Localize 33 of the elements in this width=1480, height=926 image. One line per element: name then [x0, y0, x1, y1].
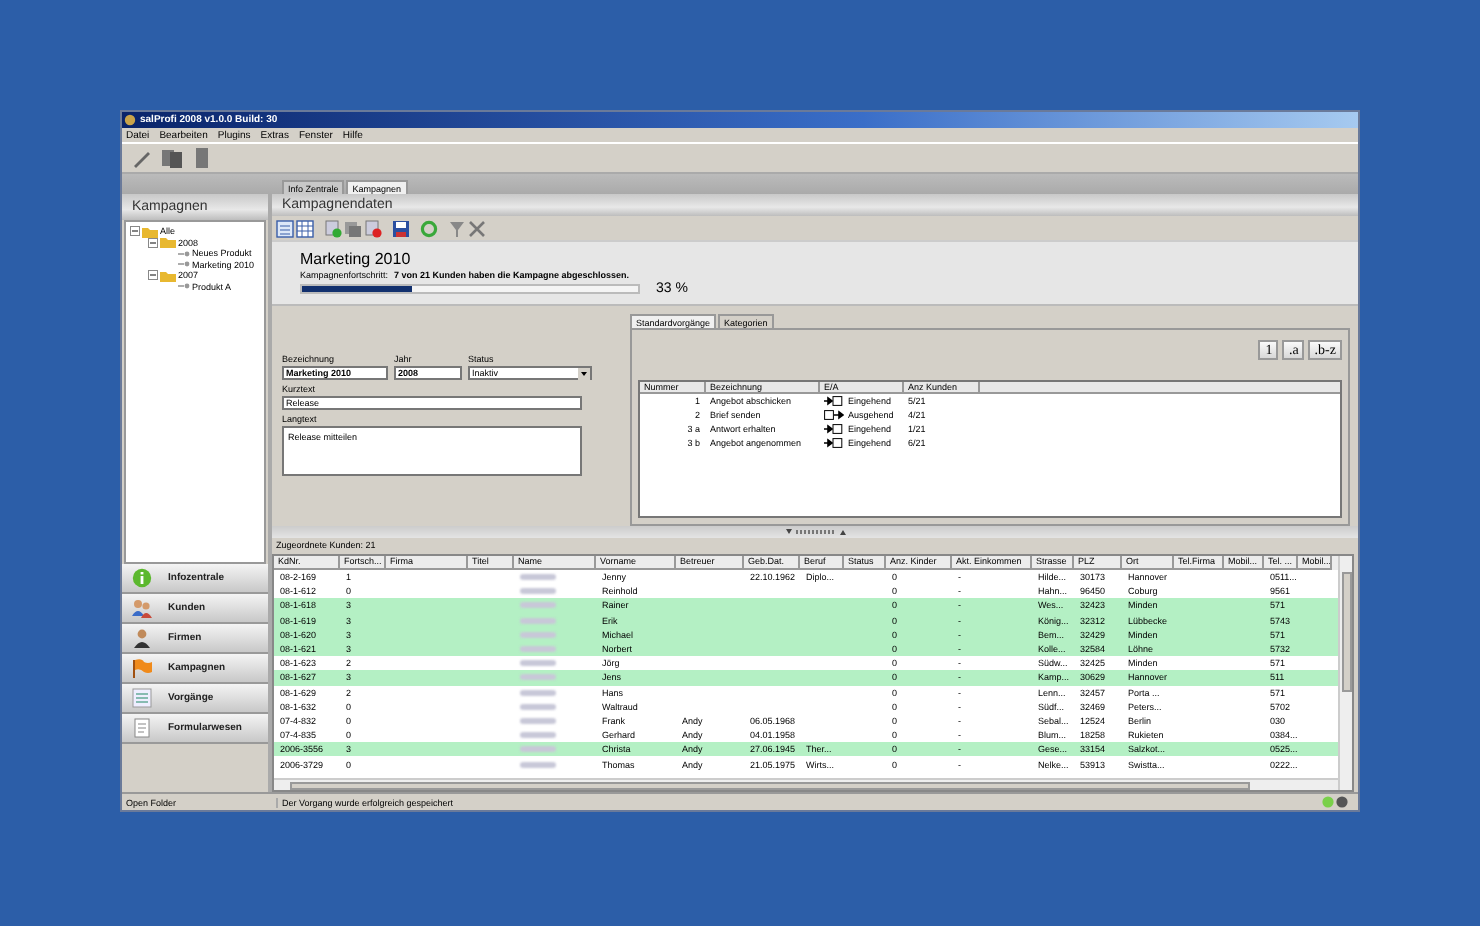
- person-icon: [132, 628, 152, 648]
- collapse-toggle-icon[interactable]: [130, 226, 140, 237]
- refresh-icon[interactable]: [420, 219, 438, 237]
- app-icon: [124, 114, 136, 126]
- collapse-toggle-icon[interactable]: [148, 270, 158, 281]
- outgoing-icon: [824, 410, 844, 420]
- campaign-title: Marketing 2010: [300, 250, 413, 268]
- item-icon: [178, 282, 190, 291]
- documents-icon[interactable]: [160, 146, 184, 170]
- people-icon: [132, 598, 152, 618]
- form-icon: [132, 718, 152, 738]
- vertical-scrollbar[interactable]: [1338, 556, 1352, 790]
- splitter-handle-icon[interactable]: [785, 528, 845, 536]
- clear-filter-icon[interactable]: [468, 219, 486, 237]
- save-icon[interactable]: [392, 219, 410, 237]
- table-view-icon[interactable]: [296, 219, 314, 237]
- status-lights-icon: [1322, 796, 1350, 808]
- incoming-icon: [824, 396, 844, 406]
- documents-icon[interactable]: [344, 219, 362, 237]
- list-icon: [132, 688, 152, 708]
- incoming-icon: [824, 424, 844, 434]
- dropdown-arrow-icon: [578, 367, 590, 379]
- add-document-icon[interactable]: [324, 219, 342, 237]
- info-icon: [132, 568, 152, 588]
- details-view-icon[interactable]: [276, 219, 294, 237]
- flag-icon: [132, 658, 152, 678]
- delete-document-icon[interactable]: [364, 219, 382, 237]
- collapse-toggle-icon[interactable]: [148, 237, 158, 248]
- document-icon[interactable]: [190, 146, 214, 170]
- folder-icon: [160, 269, 176, 282]
- horizontal-scrollbar[interactable]: [274, 778, 1338, 790]
- pencil-icon[interactable]: [130, 146, 154, 170]
- incoming-icon: [824, 438, 844, 448]
